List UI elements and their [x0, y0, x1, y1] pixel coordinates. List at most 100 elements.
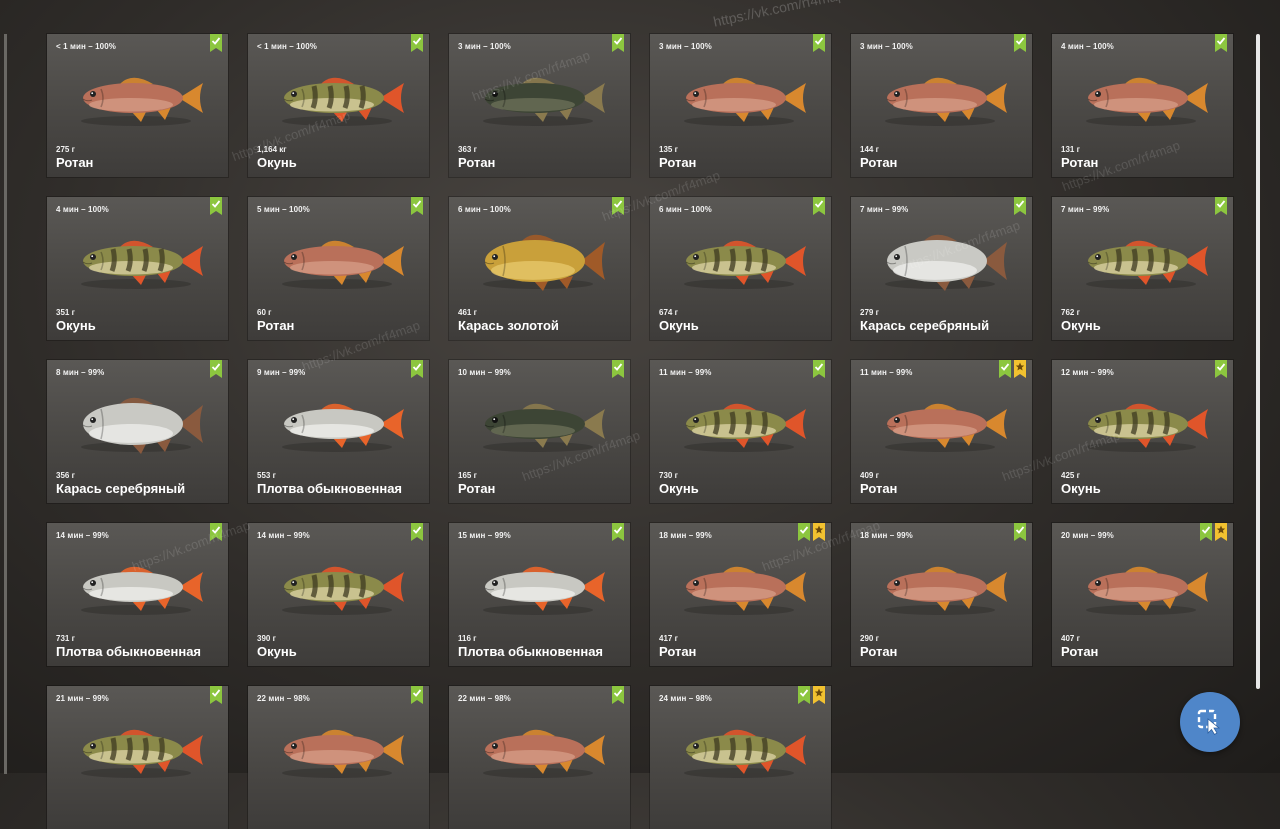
- perch-fish-image: [664, 715, 814, 785]
- check-badge-icon: [999, 360, 1011, 378]
- catch-card[interactable]: 9 мин – 99% 553 г Плотва обыкновенная: [248, 360, 429, 503]
- watermark-top: https://vk.com/rf4map: [711, 0, 847, 30]
- catch-time-quality: 4 мин – 100%: [56, 205, 109, 214]
- check-badge-icon: [1014, 523, 1026, 541]
- fish-name: Ротан: [1061, 644, 1099, 659]
- badges: [1014, 197, 1026, 215]
- check-badge-icon: [210, 686, 222, 704]
- catch-time-quality: 18 мин – 99%: [659, 531, 712, 540]
- fish-name: Карась золотой: [458, 318, 559, 333]
- check-badge-icon: [411, 197, 423, 215]
- catch-time-quality: 14 мин – 99%: [257, 531, 310, 540]
- catch-time-quality: 18 мин – 99%: [860, 531, 913, 540]
- perch-fish-image: [1066, 389, 1216, 459]
- catch-card[interactable]: 3 мин – 100% 144 г Ротан: [851, 34, 1032, 177]
- perch-fish-image: [262, 63, 412, 133]
- catch-card[interactable]: 22 мин – 98%: [449, 686, 630, 829]
- catch-card[interactable]: 3 мин – 100% 135 г Ротан: [650, 34, 831, 177]
- rotan-fish-image: [1066, 63, 1216, 133]
- rotan-fish-image: [1066, 552, 1216, 622]
- catch-card[interactable]: 14 мин – 99% 731 г Плотва обыкновенная: [47, 523, 228, 666]
- rotan-fish-image: [463, 715, 613, 785]
- check-badge-icon: [1215, 360, 1227, 378]
- catch-card[interactable]: 18 мин – 99% 290 г Ротан: [851, 523, 1032, 666]
- badges: [813, 197, 825, 215]
- catch-time-quality: 11 мин – 99%: [860, 368, 913, 377]
- catch-card[interactable]: < 1 мин – 100% 1,164 кг Окунь: [248, 34, 429, 177]
- fish-name: Окунь: [257, 644, 297, 659]
- check-badge-icon: [813, 34, 825, 52]
- catch-card[interactable]: 11 мин – 99% 409 г Ротан: [851, 360, 1032, 503]
- rotan-fish-image: [664, 63, 814, 133]
- cursor-action-button[interactable]: [1180, 692, 1240, 752]
- rotan-fish-image: [865, 389, 1015, 459]
- badges: [411, 34, 423, 52]
- badges: [1215, 197, 1227, 215]
- fish-name: Ротан: [860, 481, 898, 496]
- perch-fish-image: [61, 715, 211, 785]
- badges: [813, 360, 825, 378]
- badges: [612, 360, 624, 378]
- fish-name: Окунь: [659, 481, 699, 496]
- catch-card[interactable]: 3 мин – 100% 363 г Ротан: [449, 34, 630, 177]
- catch-time-quality: 8 мин – 99%: [56, 368, 105, 377]
- badges: [1014, 34, 1026, 52]
- catch-card[interactable]: 22 мин – 98%: [248, 686, 429, 829]
- catch-card[interactable]: 7 мин – 99% 279 г Карась серебряный: [851, 197, 1032, 340]
- catch-weight: 116 г: [458, 634, 477, 643]
- catch-card[interactable]: 6 мин – 100% 674 г Окунь: [650, 197, 831, 340]
- badges: [612, 197, 624, 215]
- catch-card[interactable]: 14 мин – 99% 390 г Окунь: [248, 523, 429, 666]
- check-badge-icon: [612, 197, 624, 215]
- catch-card[interactable]: 4 мин – 100% 351 г Окунь: [47, 197, 228, 340]
- catch-card[interactable]: 4 мин – 100% 131 г Ротан: [1052, 34, 1233, 177]
- badges: [798, 523, 825, 541]
- catch-card[interactable]: 8 мин – 99% 356 г Карась серебряный: [47, 360, 228, 503]
- fish-name: Окунь: [1061, 481, 1101, 496]
- badges: [999, 360, 1026, 378]
- catch-weight: 553 г: [257, 471, 276, 480]
- catch-card[interactable]: 21 мин – 99%: [47, 686, 228, 829]
- scrollbar[interactable]: [1256, 34, 1260, 689]
- catch-weight: 407 г: [1061, 634, 1080, 643]
- roach-fish-image: [463, 552, 613, 622]
- catch-card[interactable]: 10 мин – 99% 165 г Ротан: [449, 360, 630, 503]
- rotan-fish-image: [61, 63, 211, 133]
- badges: [813, 34, 825, 52]
- check-badge-icon: [411, 360, 423, 378]
- catch-card[interactable]: 24 мин – 98%: [650, 686, 831, 829]
- catch-card[interactable]: 15 мин – 99% 116 г Плотва обыкновенная: [449, 523, 630, 666]
- catch-card[interactable]: 18 мин – 99% 417 г Ротан: [650, 523, 831, 666]
- catch-weight: 135 г: [659, 145, 678, 154]
- rotan-dark-fish-image: [463, 389, 613, 459]
- fish-name: Ротан: [56, 155, 94, 170]
- check-badge-icon: [1215, 34, 1227, 52]
- catch-card[interactable]: 12 мин – 99% 425 г Окунь: [1052, 360, 1233, 503]
- catch-time-quality: 24 мин – 98%: [659, 694, 712, 703]
- fish-name: Плотва обыкновенная: [458, 644, 604, 659]
- catch-card[interactable]: 5 мин – 100% 60 г Ротан: [248, 197, 429, 340]
- badges: [411, 360, 423, 378]
- badges: [612, 523, 624, 541]
- catch-time-quality: 3 мин – 100%: [458, 42, 511, 51]
- check-badge-icon: [411, 34, 423, 52]
- fish-name: Ротан: [659, 644, 697, 659]
- catch-card[interactable]: 11 мин – 99% 730 г Окунь: [650, 360, 831, 503]
- catch-time-quality: 20 мин – 99%: [1061, 531, 1114, 540]
- perch-fish-image: [664, 226, 814, 296]
- check-badge-icon: [1014, 197, 1026, 215]
- catch-time-quality: 3 мин – 100%: [659, 42, 712, 51]
- catch-weight: 1,164 кг: [257, 145, 287, 154]
- badges: [1215, 34, 1227, 52]
- rotan-fish-image: [865, 63, 1015, 133]
- catch-card[interactable]: < 1 мин – 100% 275 г Ротан: [47, 34, 228, 177]
- catch-card[interactable]: 7 мин – 99% 762 г Окунь: [1052, 197, 1233, 340]
- badges: [612, 34, 624, 52]
- roach-fish-image: [262, 389, 412, 459]
- badges: [210, 686, 222, 704]
- catch-weight: 60 г: [257, 308, 272, 317]
- check-badge-icon: [210, 197, 222, 215]
- catch-weight: 425 г: [1061, 471, 1080, 480]
- catch-card[interactable]: 20 мин – 99% 407 г Ротан: [1052, 523, 1233, 666]
- catch-card[interactable]: 6 мин – 100% 461 г Карась золотой: [449, 197, 630, 340]
